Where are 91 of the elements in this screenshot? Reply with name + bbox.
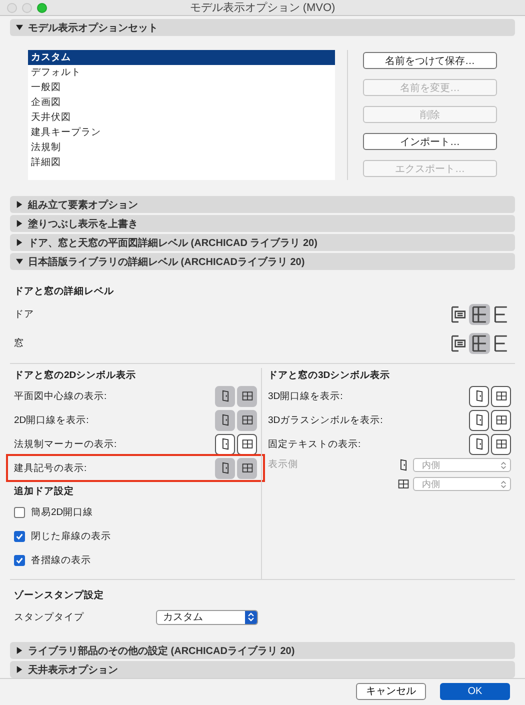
group-title: ドアと窓の2Dシンボル表示 — [14, 368, 138, 383]
door-icon — [474, 390, 484, 402]
door-icon — [220, 390, 230, 402]
row-label: 2D開口線を表示: — [14, 414, 89, 426]
window-toggle-button[interactable] — [237, 410, 257, 430]
group-title: ドアと窓の3Dシンボル表示 — [268, 368, 392, 383]
checkbox-label: 簡易2D開口線 — [31, 506, 94, 518]
door-icon — [474, 438, 484, 450]
window-icon — [242, 390, 252, 402]
section-header[interactable]: 日本語版ライブラリの詳細レベル (ARCHICADライブラリ 20) — [10, 253, 515, 270]
list-item[interactable]: 建具キープラン — [28, 125, 335, 140]
door-frame-icon — [471, 306, 488, 323]
door-toggle-button[interactable] — [215, 386, 235, 406]
door-toggle-button[interactable] — [215, 458, 235, 478]
section-title: モデル表示オプションセット — [28, 21, 158, 34]
section-title: 組み立て要素オプション — [28, 198, 138, 212]
section-header[interactable]: 天井表示オプション — [10, 661, 515, 678]
section-title: ドア、窓と天窓の平面図詳細レベル (ARCHICAD ライブラリ 20) — [28, 236, 318, 250]
door-icon — [398, 459, 409, 471]
window-toggle-button[interactable] — [237, 458, 257, 478]
door-toggle-button[interactable] — [469, 386, 489, 406]
ok-button[interactable]: OK — [440, 682, 510, 700]
checkbox[interactable] — [14, 554, 25, 566]
row-label: 3Dガラスシンボルを表示: — [268, 414, 383, 426]
window-icon — [496, 390, 506, 402]
section-header[interactable]: 組み立て要素オプション — [10, 196, 515, 213]
row-label: 窓 — [14, 337, 24, 350]
window-toggle-button[interactable] — [491, 410, 511, 430]
window-icon — [398, 478, 409, 490]
detailed-door-icon — [450, 335, 467, 352]
list-item[interactable]: 詳細図 — [28, 155, 335, 170]
section-title: 天井表示オプション — [28, 663, 118, 676]
door-toggle-button[interactable] — [215, 434, 235, 454]
section-header[interactable]: ライブラリ部品のその他の設定 (ARCHICADライブラリ 20) — [10, 642, 515, 659]
row-label: 建具記号の表示: — [14, 462, 87, 474]
group-title: 追加ドア設定 — [14, 484, 75, 499]
section-title: ライブラリ部品のその他の設定 (ARCHICADライブラリ 20) — [28, 644, 295, 658]
section-header[interactable]: 塗りつぶし表示を上書き — [10, 215, 515, 232]
row-label: 法規制マーカーの表示: — [14, 438, 117, 450]
checkbox[interactable] — [14, 530, 25, 542]
window-toggle-button[interactable] — [491, 386, 511, 406]
row-label: 表示側 — [268, 458, 298, 472]
checkbox-label: 沓摺線の表示 — [31, 554, 91, 566]
stamp-type-dropdown[interactable]: カスタム — [156, 610, 258, 624]
door-toggle-button[interactable] — [215, 410, 235, 430]
row-label: 固定テキストの表示: — [268, 438, 361, 450]
row-label: ドア — [14, 308, 34, 321]
section-header[interactable]: モデル表示オプションセット — [10, 19, 515, 36]
window-toggle-button[interactable] — [237, 434, 257, 454]
window-title: モデル表示オプション (MVO) — [188, 0, 336, 15]
simple-door-icon — [492, 306, 509, 323]
window-icon — [242, 438, 252, 450]
door-toggle-button[interactable] — [469, 434, 489, 454]
checkbox-label: 閉じた扉線の表示 — [31, 530, 111, 542]
row-label: 平面図中心線の表示: — [14, 390, 107, 402]
chevron-up-down-icon — [247, 612, 255, 622]
window-icon — [496, 414, 506, 426]
row-label: スタンプタイプ — [14, 610, 85, 624]
window-icon — [242, 414, 252, 426]
chevron-up-down-icon — [500, 480, 507, 488]
window-icon — [496, 438, 506, 450]
door-icon — [220, 462, 230, 474]
list-item[interactable]: 企画図 — [28, 95, 335, 110]
list-item[interactable]: デフォルト — [28, 65, 335, 80]
simple-door-icon — [492, 335, 509, 352]
group-title: ゾーンスタンプ設定 — [14, 588, 105, 603]
list-item[interactable]: カスタム — [28, 50, 335, 65]
action-button[interactable]: インポート… — [363, 133, 497, 150]
door-icon — [220, 438, 230, 450]
detail-level-button[interactable] — [469, 304, 490, 325]
door-frame-icon — [471, 335, 488, 352]
list-item[interactable]: 天井伏図 — [28, 110, 335, 125]
section-title: 日本語版ライブラリの詳細レベル (ARCHICADライブラリ 20) — [28, 256, 305, 268]
window-icon — [242, 462, 252, 474]
detailed-door-icon — [450, 306, 467, 323]
group-title: ドアと窓の詳細レベル — [14, 284, 115, 299]
window-toggle-button[interactable] — [491, 434, 511, 454]
list-item[interactable]: 一般図 — [28, 80, 335, 95]
door-toggle-button[interactable] — [469, 410, 489, 430]
section-title: 塗りつぶし表示を上書き — [28, 218, 138, 230]
door-icon — [474, 414, 484, 426]
door-icon — [220, 414, 230, 426]
detail-level-button[interactable] — [469, 333, 490, 354]
list-item[interactable]: 法規制 — [28, 140, 335, 155]
chevron-up-down-icon — [500, 460, 507, 470]
section-header[interactable]: ドア、窓と天窓の平面図詳細レベル (ARCHICAD ライブラリ 20) — [10, 234, 515, 251]
row-label: 3D開口線を表示: — [268, 390, 343, 402]
window-toggle-button[interactable] — [237, 386, 257, 406]
cancel-button[interactable]: キャンセル — [356, 682, 426, 700]
action-button[interactable]: 名前をつけて保存… — [363, 52, 497, 69]
checkbox[interactable] — [14, 506, 25, 518]
